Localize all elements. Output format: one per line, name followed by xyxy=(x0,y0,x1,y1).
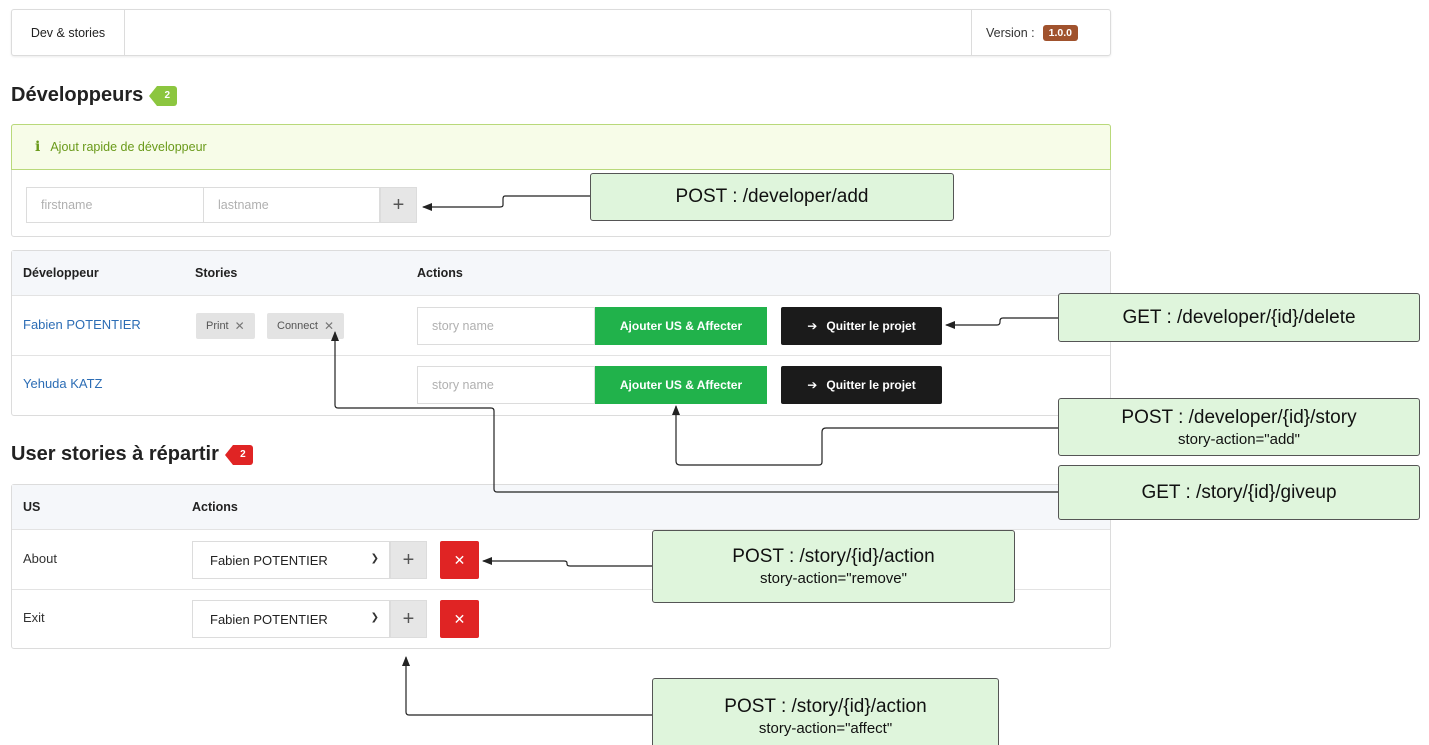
chevron-down-icon: ❯ xyxy=(370,612,379,623)
annotation-text: POST : /developer/{id}/story xyxy=(1121,406,1357,428)
quick-add-header: i Ajout rapide de développeur xyxy=(11,124,1111,170)
annotation-developer-delete: GET : /developer/{id}/delete xyxy=(1058,293,1420,342)
quit-project-button[interactable]: ➔ Quitter le projet xyxy=(781,366,942,404)
info-icon: i xyxy=(35,139,41,155)
developer-link[interactable]: Fabien POTENTIER xyxy=(23,317,141,332)
sign-out-icon: ➔ xyxy=(807,378,818,392)
annotation-story-giveup: GET : /story/{id}/giveup xyxy=(1058,465,1420,520)
story-name-input[interactable]: story name xyxy=(417,366,595,404)
col-developpeur: Développeur xyxy=(23,266,99,280)
remove-story-button[interactable]: ✕ xyxy=(440,541,479,579)
developers-table-header: Développeur Stories Actions xyxy=(12,251,1110,296)
annotation-subtext: story-action="affect" xyxy=(758,719,893,737)
col-actions: Actions xyxy=(417,266,463,280)
add-story-button[interactable]: Ajouter US & Affecter xyxy=(595,307,767,345)
stories-table-header: US Actions xyxy=(12,485,1110,530)
version-area: Version : 1.0.0 xyxy=(971,10,1110,55)
us-label: Exit xyxy=(23,610,45,625)
developer-link[interactable]: Yehuda KATZ xyxy=(23,376,103,391)
stories-count-badge: 2 xyxy=(224,444,253,465)
story-tag: Print ✕ xyxy=(196,313,255,339)
col-actions: Actions xyxy=(192,500,238,514)
annotation-subtext: story-action="add" xyxy=(1178,430,1300,448)
navbar: Dev & stories Version : 1.0.0 xyxy=(11,9,1111,56)
col-stories: Stories xyxy=(195,266,238,280)
giveup-icon[interactable]: ✕ xyxy=(324,319,334,333)
annotation-text: GET : /developer/{id}/delete xyxy=(1122,306,1356,328)
story-name-input[interactable]: story name xyxy=(417,307,595,345)
developer-select[interactable]: Fabien POTENTIER ❯ xyxy=(192,600,390,638)
affect-button[interactable]: + xyxy=(390,600,427,638)
quit-project-label: Quitter le projet xyxy=(826,378,916,392)
table-row: Yehuda KATZ story name Ajouter US & Affe… xyxy=(12,356,1110,415)
add-developer-button[interactable]: + xyxy=(380,187,417,223)
developer-select-value: Fabien POTENTIER xyxy=(210,552,328,568)
version-label: Version : xyxy=(986,25,1035,40)
annotation-subtext: story-action="remove" xyxy=(760,570,907,587)
annotation-developer-add: POST : /developer/add xyxy=(590,173,954,221)
story-tag-label: Connect xyxy=(277,320,318,332)
version-badge: 1.0.0 xyxy=(1042,24,1078,41)
us-label: About xyxy=(23,551,57,566)
stories-title: User stories à répartir 2 xyxy=(11,443,253,466)
giveup-icon[interactable]: ✕ xyxy=(235,319,245,333)
quick-add-header-text: Ajout rapide de développeur xyxy=(50,140,207,154)
annotation-story-remove: POST : /story/{id}/action story-action="… xyxy=(652,530,1015,603)
add-story-button[interactable]: Ajouter US & Affecter xyxy=(595,366,767,404)
remove-story-button[interactable]: ✕ xyxy=(440,600,479,638)
quit-project-button[interactable]: ➔ Quitter le projet xyxy=(781,307,942,345)
col-us: US xyxy=(23,500,41,514)
developer-select[interactable]: Fabien POTENTIER ❯ xyxy=(192,541,390,579)
sign-out-icon: ➔ xyxy=(807,319,818,333)
annotation-text: POST : /story/{id}/action xyxy=(732,546,935,567)
annotation-text: POST : /developer/add xyxy=(675,186,869,207)
brand-link[interactable]: Dev & stories xyxy=(12,10,125,55)
lastname-input[interactable]: lastname xyxy=(203,187,380,223)
developers-count-badge: 2 xyxy=(149,85,178,106)
chevron-down-icon: ❯ xyxy=(370,553,379,564)
annotation-story-affect: POST : /story/{id}/action story-action="… xyxy=(652,678,999,745)
developers-table: Développeur Stories Actions Fabien POTEN… xyxy=(11,250,1111,416)
annotation-text: GET : /story/{id}/giveup xyxy=(1141,481,1337,503)
affect-button[interactable]: + xyxy=(390,541,427,579)
annotation-developer-story: POST : /developer/{id}/story story-actio… xyxy=(1058,398,1420,456)
story-tag-label: Print xyxy=(206,320,229,332)
quit-project-label: Quitter le projet xyxy=(826,319,916,333)
firstname-input[interactable]: firstname xyxy=(26,187,204,223)
developers-title-text: Développeurs xyxy=(11,84,144,106)
developer-select-value: Fabien POTENTIER xyxy=(210,611,328,627)
story-tag: Connect ✕ xyxy=(267,313,345,339)
developers-title: Développeurs 2 xyxy=(11,84,178,107)
stories-title-text: User stories à répartir xyxy=(11,443,219,465)
table-row: Fabien POTENTIER Print ✕ Connect ✕ story n… xyxy=(12,296,1110,356)
annotation-text: POST : /story/{id}/action xyxy=(724,695,927,717)
